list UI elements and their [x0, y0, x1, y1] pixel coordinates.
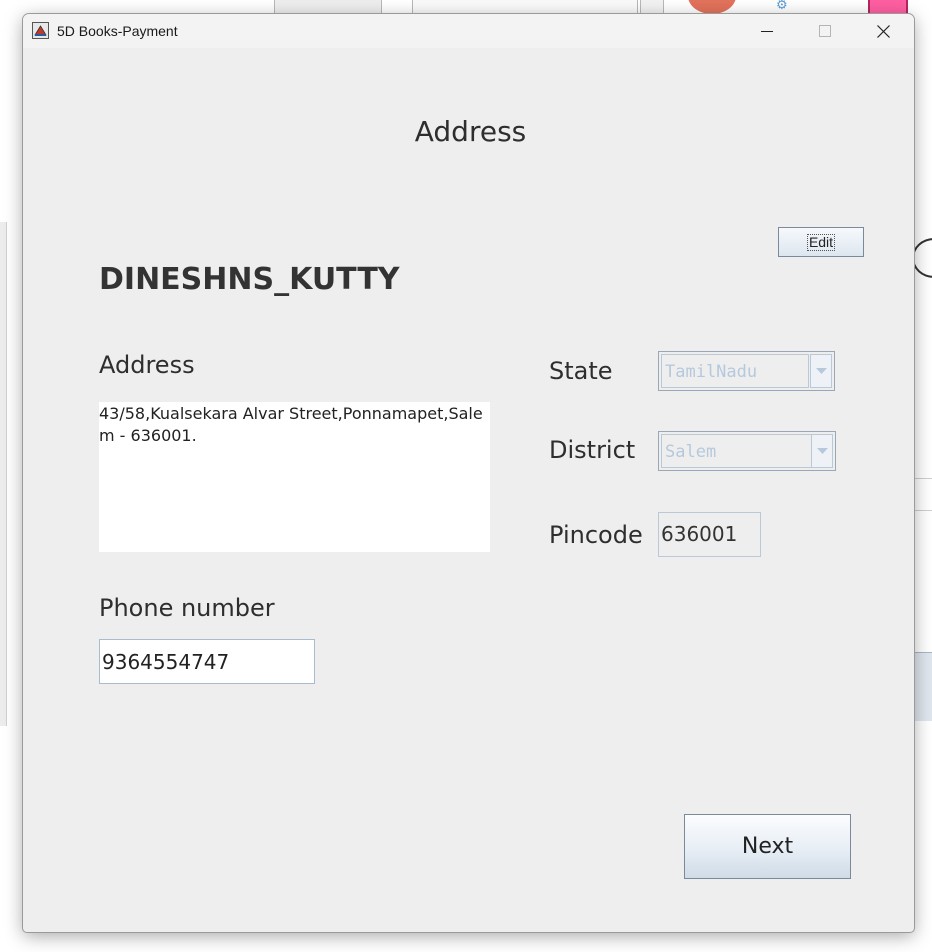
- phone-input[interactable]: 9364554747: [99, 639, 315, 684]
- pincode-label: Pincode: [549, 521, 643, 549]
- background-gear-icon: ⚙: [776, 0, 788, 13]
- close-icon: [876, 24, 890, 38]
- title-bar[interactable]: 5D Books-Payment: [23, 14, 914, 48]
- pincode-input[interactable]: 636001: [658, 512, 761, 557]
- address-label: Address: [99, 351, 195, 379]
- district-dropdown[interactable]: Salem: [658, 431, 836, 471]
- address-textarea[interactable]: 43/58,Kualsekara Alvar Street,Ponnamapet…: [99, 402, 490, 552]
- edit-button[interactable]: Edit: [778, 227, 864, 257]
- background-window-fragment: [412, 0, 638, 15]
- java-app-icon: [32, 22, 49, 39]
- chevron-down-icon[interactable]: [811, 434, 833, 468]
- state-dropdown[interactable]: TamilNadu: [658, 351, 835, 391]
- page-title: Address: [414, 115, 527, 148]
- close-button[interactable]: [854, 14, 912, 48]
- state-label: State: [549, 357, 613, 385]
- district-label: District: [549, 436, 636, 464]
- maximize-icon: [819, 25, 831, 37]
- minimize-button[interactable]: [738, 14, 796, 48]
- background-avatar: [688, 0, 736, 14]
- background-shape: [912, 238, 932, 278]
- phone-label: Phone number: [99, 594, 275, 622]
- background-window-fragment: [274, 0, 382, 15]
- background-window-fragment: [0, 222, 7, 726]
- next-button[interactable]: Next: [684, 814, 851, 879]
- background-divider: [914, 510, 932, 511]
- background-window-fragment: [640, 0, 664, 15]
- background-button-fragment: [914, 652, 932, 721]
- maximize-button[interactable]: [796, 14, 854, 48]
- district-dropdown-value: Salem: [661, 434, 813, 468]
- minimize-icon: [761, 30, 773, 33]
- chevron-down-icon[interactable]: [810, 354, 832, 388]
- username-label: DINESHNS_KUTTY: [99, 262, 400, 297]
- state-dropdown-value: TamilNadu: [661, 354, 809, 388]
- background-divider: [914, 478, 932, 479]
- payment-window: 5D Books-Payment Address Edit DINESHNS_K…: [23, 14, 914, 932]
- next-button-label: Next: [741, 834, 794, 859]
- edit-button-label: Edit: [806, 233, 836, 251]
- window-title: 5D Books-Payment: [57, 23, 178, 39]
